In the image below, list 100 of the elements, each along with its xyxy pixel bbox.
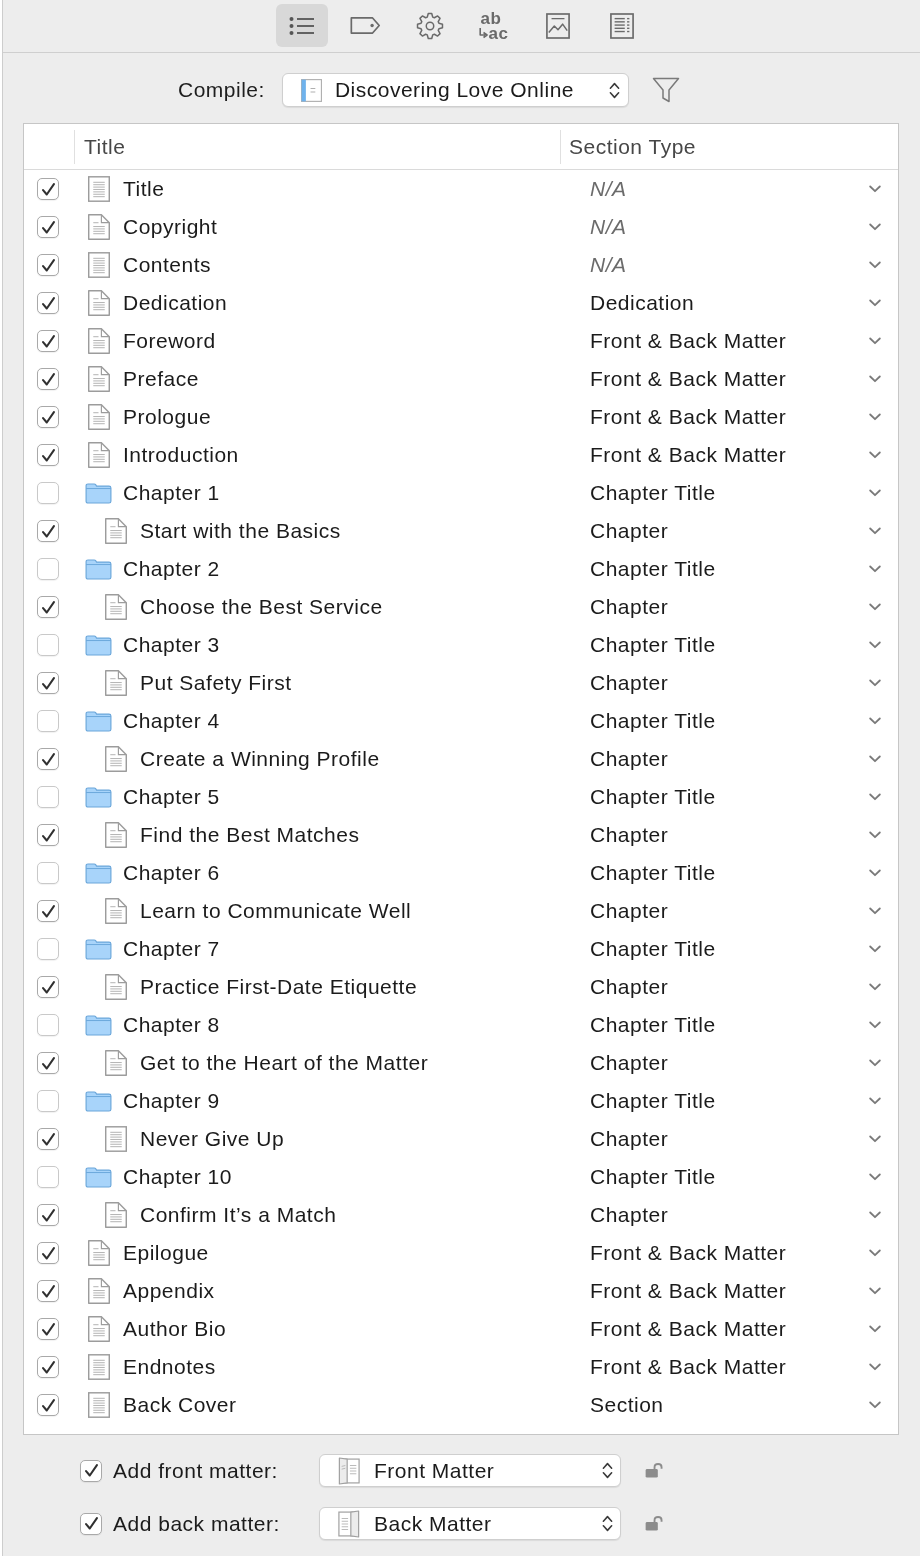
section-type-dropdown[interactable]: Front & Back Matter xyxy=(560,322,898,360)
column-header[interactable]: Title xyxy=(84,130,126,163)
project-dropdown[interactable]: Discovering Love Online xyxy=(281,73,629,107)
section-type-dropdown[interactable]: N/A xyxy=(560,246,898,284)
matter-dropdown[interactable]: Back Matter xyxy=(319,1507,621,1540)
checkbox[interactable] xyxy=(37,1356,59,1378)
section-type-dropdown[interactable]: Dedication xyxy=(560,284,898,322)
padlock-icon[interactable] xyxy=(645,1516,665,1531)
section-type-dropdown[interactable]: Front & Back Matter xyxy=(560,1272,898,1310)
checkbox[interactable] xyxy=(37,520,59,542)
section-type-dropdown[interactable]: Chapter xyxy=(560,1196,898,1234)
section-type-dropdown[interactable]: Front & Back Matter xyxy=(560,398,898,436)
checkmark-icon xyxy=(41,524,55,538)
checkbox[interactable] xyxy=(37,1280,59,1302)
section-type-dropdown[interactable]: Chapter xyxy=(560,740,898,778)
checkbox[interactable] xyxy=(37,254,59,276)
section-title: Chapter 3 xyxy=(123,632,220,659)
section-type-dropdown[interactable]: Front & Back Matter xyxy=(560,1234,898,1272)
checkbox[interactable] xyxy=(37,330,59,352)
section-type-dropdown[interactable]: Front & Back Matter xyxy=(560,436,898,474)
filter-icon[interactable] xyxy=(651,77,680,103)
checkbox[interactable] xyxy=(37,824,59,846)
checkbox[interactable] xyxy=(37,368,59,390)
checkbox[interactable] xyxy=(37,1014,59,1036)
document-icon xyxy=(87,1240,110,1266)
document-icon xyxy=(104,746,127,772)
section-title: Chapter 2 xyxy=(123,556,220,583)
checkbox[interactable] xyxy=(37,862,59,884)
checkbox[interactable] xyxy=(37,596,59,618)
chevron-down-icon xyxy=(869,945,881,953)
checkmark-icon xyxy=(41,258,55,272)
section-type-dropdown[interactable]: Chapter xyxy=(560,1120,898,1158)
book-pages-icon xyxy=(338,1509,360,1538)
document-icon xyxy=(300,78,322,102)
checkbox[interactable] xyxy=(37,900,59,922)
section-type-dropdown[interactable]: Front & Back Matter xyxy=(560,360,898,398)
checkbox[interactable] xyxy=(37,634,59,656)
chevron-down-icon xyxy=(869,603,881,611)
padlock-icon[interactable] xyxy=(645,1463,665,1478)
checkbox[interactable] xyxy=(37,406,59,428)
checkbox[interactable] xyxy=(37,216,59,238)
section-type-dropdown[interactable]: Chapter xyxy=(560,664,898,702)
replace-text-tab[interactable]: ab ac xyxy=(467,4,520,47)
chevron-down-icon xyxy=(869,1211,881,1219)
section-type-dropdown[interactable]: Chapter Title xyxy=(560,854,898,892)
checkbox[interactable] xyxy=(37,976,59,998)
checkmark-icon xyxy=(41,676,55,690)
checkbox[interactable] xyxy=(37,672,59,694)
checkbox[interactable] xyxy=(37,178,59,200)
section-type-dropdown[interactable]: Chapter Title xyxy=(560,1006,898,1044)
section-type-dropdown[interactable]: Chapter xyxy=(560,512,898,550)
chevron-down-icon xyxy=(869,869,881,877)
checkbox[interactable] xyxy=(37,1128,59,1150)
chevron-down-icon xyxy=(869,527,881,535)
document-icon xyxy=(87,328,110,354)
section-type-dropdown[interactable]: Chapter Title xyxy=(560,626,898,664)
checkbox[interactable] xyxy=(37,786,59,808)
section-type-dropdown[interactable]: Chapter Title xyxy=(560,1082,898,1120)
checkbox[interactable] xyxy=(37,938,59,960)
section-type-dropdown[interactable]: Chapter Title xyxy=(560,702,898,740)
checkbox[interactable] xyxy=(37,444,59,466)
chevron-down-icon xyxy=(869,1249,881,1257)
section-title: Chapter 7 xyxy=(123,936,220,963)
section-type-dropdown[interactable]: Chapter xyxy=(560,968,898,1006)
checkbox[interactable] xyxy=(37,1204,59,1226)
text-document-icon xyxy=(87,176,110,202)
column-header[interactable]: Section Type xyxy=(569,130,697,163)
section-type-dropdown[interactable]: Chapter Title xyxy=(560,550,898,588)
section-type-dropdown[interactable]: Chapter xyxy=(560,588,898,626)
section-type-dropdown[interactable]: Chapter Title xyxy=(560,474,898,512)
section-type-dropdown[interactable]: N/A xyxy=(560,208,898,246)
checkbox[interactable] xyxy=(80,1512,102,1535)
checkbox[interactable] xyxy=(37,482,59,504)
section-type-dropdown[interactable]: Front & Back Matter xyxy=(560,1310,898,1348)
section-type-dropdown[interactable]: Chapter Title xyxy=(560,778,898,816)
document-icon xyxy=(87,442,110,468)
section-type-dropdown[interactable]: Chapter xyxy=(560,892,898,930)
checkbox[interactable] xyxy=(37,292,59,314)
toolbar-tab[interactable] xyxy=(275,4,328,47)
section-type-dropdown[interactable]: Chapter Title xyxy=(560,1158,898,1196)
checkbox[interactable] xyxy=(80,1459,102,1482)
checkbox[interactable] xyxy=(37,1394,59,1416)
checkmark-icon xyxy=(41,182,55,196)
checkbox[interactable] xyxy=(37,1242,59,1264)
checkbox[interactable] xyxy=(37,1318,59,1340)
matter-dropdown[interactable]: Front Matter xyxy=(319,1454,621,1487)
section-type-dropdown[interactable]: Section xyxy=(560,1386,898,1424)
chevron-down-icon xyxy=(869,1401,881,1409)
section-type-dropdown[interactable]: Chapter xyxy=(560,816,898,854)
checkbox[interactable] xyxy=(37,1166,59,1188)
checkbox[interactable] xyxy=(37,710,59,732)
section-type-dropdown[interactable]: N/A xyxy=(560,170,898,208)
section-type-dropdown[interactable]: Chapter xyxy=(560,1044,898,1082)
checkbox[interactable] xyxy=(37,1090,59,1112)
checkbox[interactable] xyxy=(37,748,59,770)
section-title: Foreword xyxy=(123,328,216,355)
checkbox[interactable] xyxy=(37,1052,59,1074)
section-type-dropdown[interactable]: Front & Back Matter xyxy=(560,1348,898,1386)
checkbox[interactable] xyxy=(37,558,59,580)
section-type-dropdown[interactable]: Chapter Title xyxy=(560,930,898,968)
